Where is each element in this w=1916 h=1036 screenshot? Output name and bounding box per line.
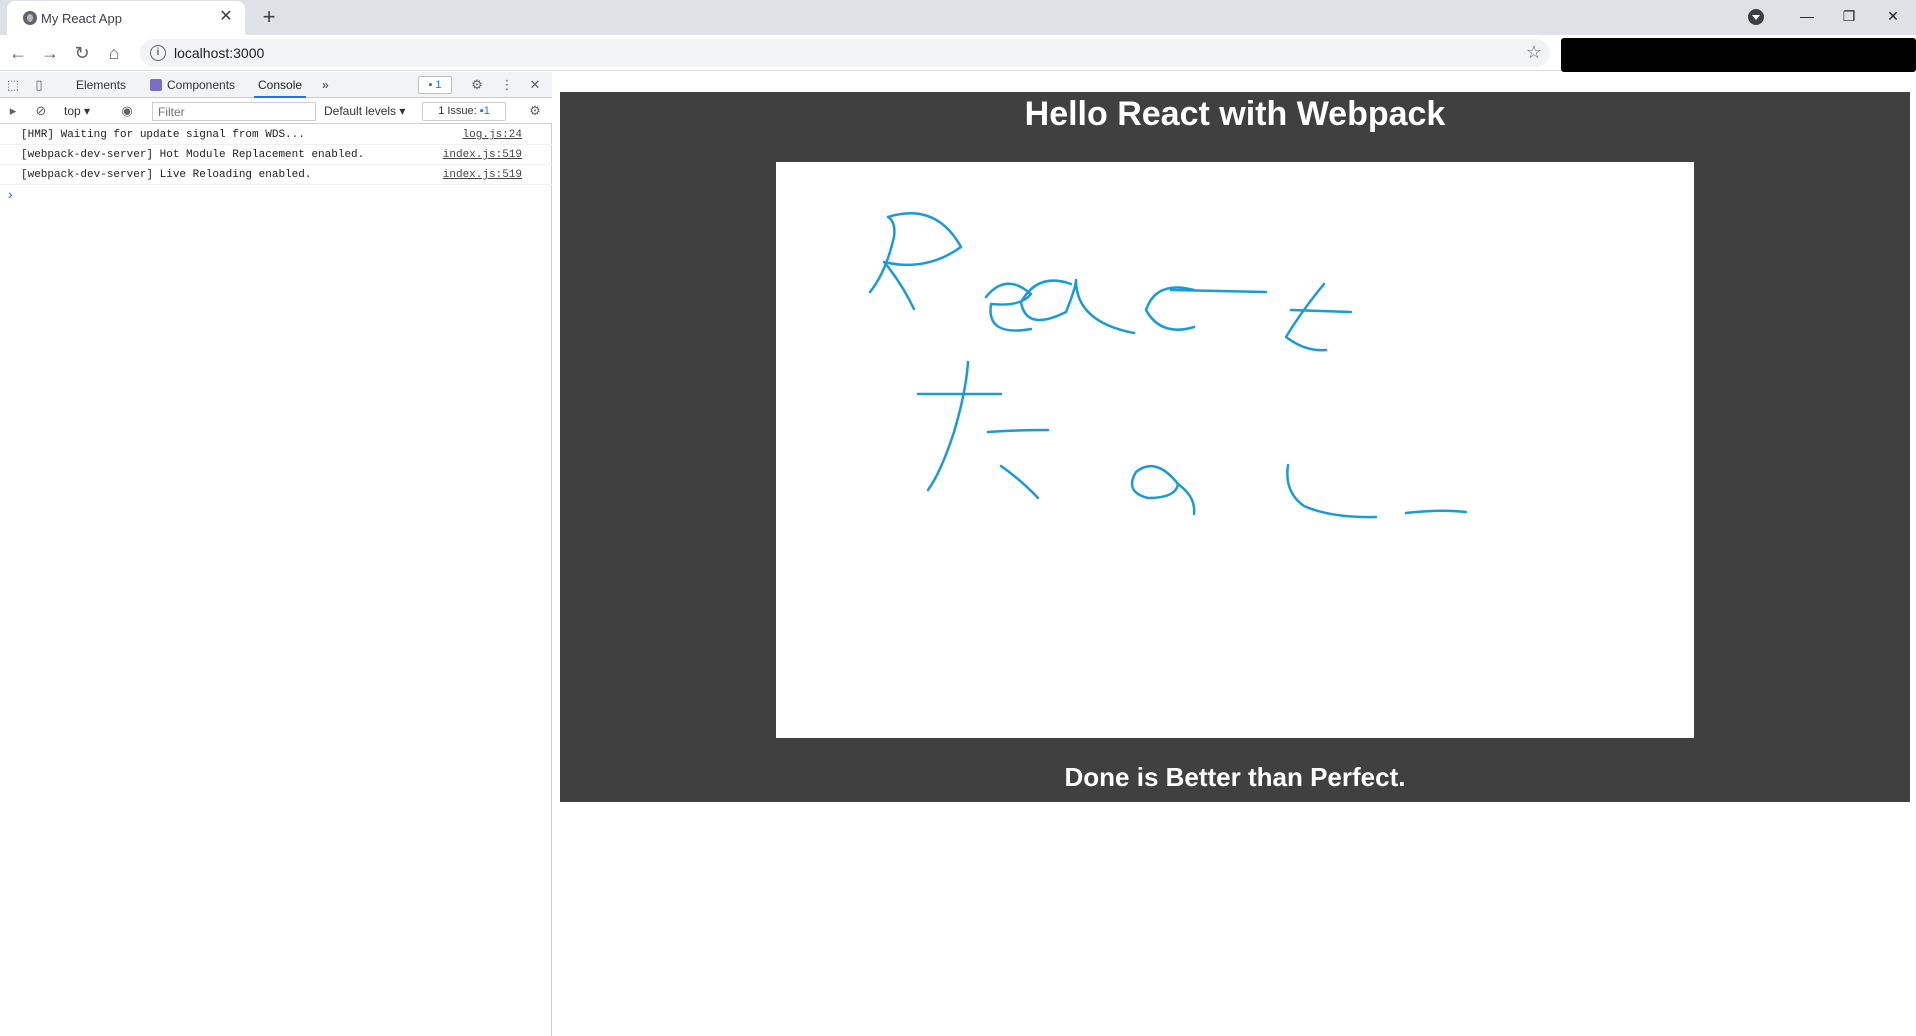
stroke	[986, 428, 1050, 434]
back-icon[interactable]: ←	[4, 39, 32, 67]
redacted-profile-area	[1561, 38, 1916, 72]
console-message-text: [HMR] Waiting for update signal from WDS…	[21, 129, 305, 141]
messages-count: 1	[435, 79, 442, 91]
forward-icon[interactable]: →	[36, 39, 64, 67]
address-bar[interactable]: i localhost:3000 ☆	[140, 39, 1550, 67]
browser-tab-strip: My React App ✕ + — ❐ ✕	[0, 0, 1916, 35]
minimize-button[interactable]: —	[1784, 0, 1830, 35]
app-container: Hello React with Webpack Done is Better …	[560, 92, 1910, 802]
console-prompt[interactable]: ›	[6, 188, 14, 204]
page-footer: Done is Better than Perfect.	[1064, 762, 1406, 792]
console-source-link[interactable]: index.js:519	[443, 165, 522, 185]
console-message-text: [webpack-dev-server] Hot Module Replacem…	[21, 149, 365, 161]
console-row: [HMR] Waiting for update signal from WDS…	[0, 125, 552, 145]
drawing-canvas[interactable]	[776, 162, 1694, 738]
home-icon[interactable]: ⌂	[100, 39, 128, 67]
tab-close-icon[interactable]: ✕	[217, 8, 235, 26]
tab-components-label: Components	[167, 78, 236, 92]
messages-badge[interactable]: ▪ 1	[418, 76, 452, 94]
stroke	[984, 282, 1033, 332]
console-source-link[interactable]: log.js:24	[463, 125, 522, 145]
console-row: [webpack-dev-server] Hot Module Replacem…	[0, 145, 552, 165]
stroke	[1169, 288, 1268, 294]
context-select[interactable]: top ▾	[64, 102, 90, 120]
stroke	[1289, 308, 1353, 314]
reload-icon[interactable]: ↻	[68, 39, 96, 67]
stroke	[1404, 509, 1468, 515]
react-components-icon	[150, 79, 162, 91]
settings-gear-icon[interactable]: ⚙	[468, 76, 486, 94]
stroke	[868, 215, 896, 294]
tab-title: My React App	[41, 11, 122, 26]
tab-search-icon[interactable]	[1748, 9, 1764, 25]
console-messages: [HMR] Waiting for update signal from WDS…	[0, 125, 552, 185]
stroke	[999, 464, 1040, 500]
console-filter-bar: ▸ ⊘ top ▾ ◉ Default levels ▾ 1 Issue: ▪1…	[0, 98, 552, 124]
devtools-panel: ⬚ ▯ Elements Components Console » ▪ 1 ⚙ …	[0, 72, 552, 1036]
stroke	[1130, 464, 1196, 516]
more-options-icon[interactable]: ⋮	[498, 76, 516, 94]
live-expression-eye-icon[interactable]: ◉	[118, 102, 136, 120]
stroke	[926, 360, 970, 492]
site-info-icon[interactable]: i	[150, 45, 166, 61]
stroke	[1286, 463, 1378, 519]
browser-tab[interactable]: My React App ✕	[7, 1, 245, 35]
page-title: Hello React with Webpack	[1024, 95, 1446, 133]
close-window-button[interactable]: ✕	[1870, 0, 1916, 35]
clear-console-icon[interactable]: ⊘	[32, 102, 50, 120]
log-levels-value: Default levels	[324, 104, 397, 118]
tab-elements[interactable]: Elements	[72, 72, 130, 98]
new-tab-button[interactable]: +	[256, 4, 282, 30]
log-levels-select[interactable]: Default levels ▾	[324, 102, 405, 120]
stroke	[1144, 286, 1196, 331]
close-devtools-icon[interactable]: ✕	[526, 76, 544, 94]
drawing-strokes	[868, 212, 1468, 519]
globe-icon	[23, 11, 37, 25]
tab-components[interactable]: Components	[146, 72, 239, 98]
bookmark-star-icon[interactable]: ☆	[1526, 42, 1542, 63]
tab-console[interactable]: Console	[254, 72, 307, 98]
context-value: top	[64, 104, 81, 118]
issues-count: 1	[483, 105, 490, 117]
inspect-element-icon[interactable]: ⬚	[4, 76, 22, 94]
issues-button[interactable]: 1 Issue: ▪1	[422, 102, 506, 121]
console-settings-gear-icon[interactable]: ⚙	[526, 102, 544, 120]
devtools-tab-bar: ⬚ ▯ Elements Components Console » ▪ 1 ⚙ …	[0, 72, 552, 98]
stroke	[1284, 282, 1328, 352]
console-row: [webpack-dev-server] Live Reloading enab…	[0, 165, 552, 185]
more-tabs-icon[interactable]: »	[318, 72, 333, 98]
stroke	[1019, 278, 1136, 335]
device-toolbar-icon[interactable]: ▯	[30, 76, 48, 94]
console-source-link[interactable]: index.js:519	[443, 145, 522, 165]
console-message-text: [webpack-dev-server] Live Reloading enab…	[21, 169, 312, 181]
issues-label: 1 Issue:	[438, 105, 477, 117]
stroke	[882, 212, 963, 311]
maximize-button[interactable]: ❐	[1826, 0, 1872, 35]
console-filter-input[interactable]	[152, 102, 316, 121]
sidebar-toggle-icon[interactable]: ▸	[4, 102, 22, 120]
url-text[interactable]: localhost:3000	[174, 45, 264, 61]
